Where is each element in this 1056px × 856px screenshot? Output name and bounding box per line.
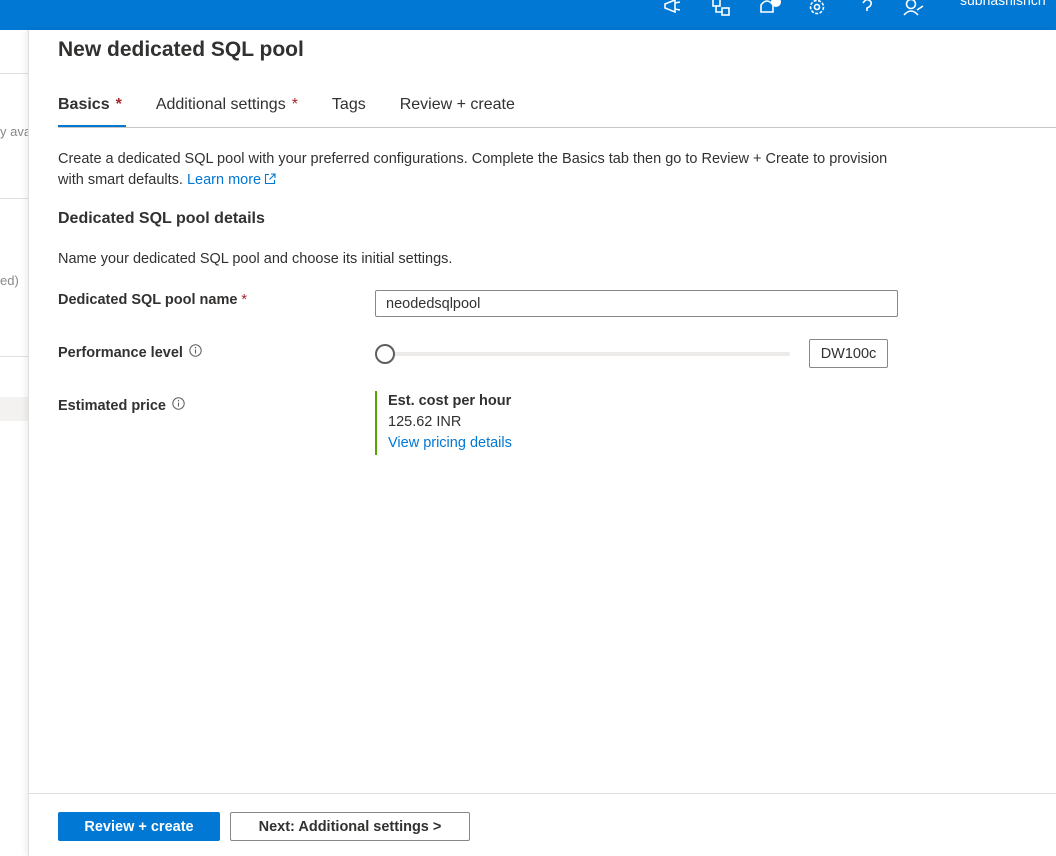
background-blade: y ava ed): [0, 30, 28, 856]
background-selected-row: [0, 397, 28, 421]
background-text-fragment: y ava: [0, 124, 28, 139]
directory-filter-icon[interactable]: [708, 0, 734, 20]
price-heading: Est. cost per hour: [388, 393, 512, 409]
pool-name-input[interactable]: [375, 290, 898, 317]
help-icon[interactable]: [854, 0, 880, 20]
tab-additional-settings[interactable]: Additional settings *: [156, 96, 298, 128]
tab-basics[interactable]: Basics *: [58, 96, 126, 128]
tab-review-create[interactable]: Review + create: [400, 96, 515, 128]
notifications-icon[interactable]: [756, 0, 782, 20]
tab-label: Basics: [58, 96, 110, 113]
performance-level-label-text: Performance level: [58, 344, 183, 361]
required-asterisk: *: [291, 96, 298, 113]
create-sql-pool-blade: New dedicated SQL pool Basics * Additiona…: [28, 30, 1056, 856]
performance-slider-thumb[interactable]: [375, 344, 395, 364]
estimated-price-label: Estimated price: [58, 397, 185, 414]
section-title: Dedicated SQL pool details: [58, 210, 265, 227]
view-pricing-details-link[interactable]: View pricing details: [388, 435, 512, 451]
support-person-icon[interactable]: [900, 0, 926, 20]
footer-divider: [29, 793, 1056, 794]
pool-name-label-text: Dedicated SQL pool name: [58, 292, 238, 308]
settings-icon[interactable]: [804, 0, 830, 20]
info-icon[interactable]: [189, 344, 202, 361]
tab-label: Review + create: [399, 96, 515, 113]
required-asterisk: *: [115, 96, 122, 113]
top-navigation-bar: subhashishch: [0, 0, 1056, 30]
divider: [0, 198, 28, 199]
price-amount: 125.62 INR: [388, 414, 462, 430]
pool-name-label: Dedicated SQL pool name *: [58, 292, 247, 308]
learn-more-link[interactable]: Learn more: [187, 172, 276, 188]
next-additional-settings-button[interactable]: Next: Additional settings >: [230, 812, 470, 841]
feedback-icon[interactable]: [660, 0, 686, 20]
estimated-price-label-text: Estimated price: [58, 397, 166, 414]
tab-bar: Basics * Additional settings * Tags Review…: [58, 96, 549, 128]
divider: [0, 73, 28, 74]
performance-level-value[interactable]: DW100c: [809, 339, 888, 368]
estimated-price-box: Est. cost per hour 125.62 INR View prici…: [375, 391, 512, 455]
tab-label: Additional settings: [155, 96, 286, 113]
tab-bar-divider: [58, 127, 1056, 128]
divider: [0, 356, 28, 357]
tab-tags[interactable]: Tags: [332, 96, 366, 128]
external-link-icon: [264, 171, 276, 192]
intro-text: Create a dedicated SQL pool with your pr…: [58, 149, 898, 192]
info-icon[interactable]: [172, 397, 185, 414]
background-text-fragment: ed): [0, 273, 19, 288]
user-account-name[interactable]: subhashishch: [960, 0, 1046, 8]
performance-level-label: Performance level: [58, 344, 202, 361]
learn-more-label: Learn more: [186, 172, 262, 188]
tab-label: Tags: [331, 96, 366, 113]
review-create-button[interactable]: Review + create: [58, 812, 220, 841]
required-asterisk: *: [241, 292, 248, 308]
page-title: New dedicated SQL pool: [58, 38, 304, 61]
intro-description: Create a dedicated SQL pool with your pr…: [58, 151, 888, 188]
section-description: Name your dedicated SQL pool and choose …: [58, 251, 453, 267]
performance-slider-track[interactable]: [385, 352, 790, 356]
